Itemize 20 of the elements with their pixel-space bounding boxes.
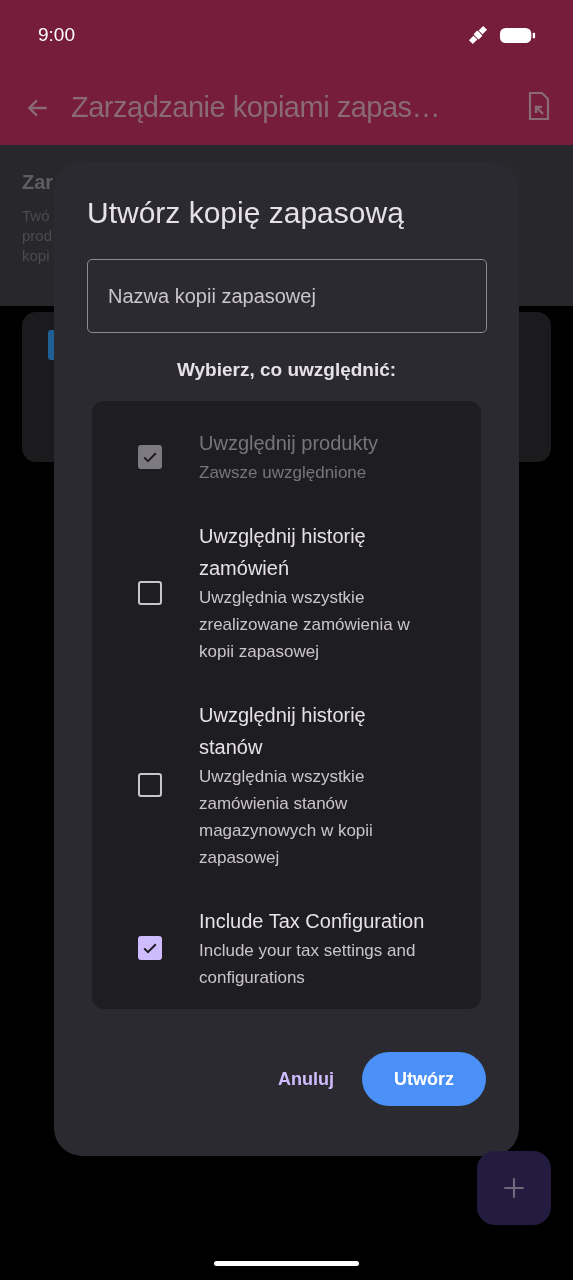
option-description: Uwzględnia wszystkie zamówienia stanów magazynowych w kopii zapasowej (199, 766, 374, 869)
satellite-icon (467, 24, 489, 46)
dialog-title: Utwórz kopię zapasową (87, 196, 405, 231)
option-description: Include your tax settings and configurations (199, 940, 417, 989)
clock-time: 9:00 (38, 24, 75, 46)
option-title: Include Tax Configuration (199, 909, 425, 934)
plus-icon (501, 1175, 527, 1201)
checkbox[interactable] (138, 580, 162, 605)
battery-icon (499, 25, 537, 45)
checkbox[interactable] (138, 936, 162, 960)
option-title: Uwzględnij historię zamówień (199, 524, 367, 581)
option-title: Uwzględnij historię stanów (199, 703, 367, 760)
section-label: Wybierz, co uwzględnić: (175, 359, 398, 381)
app-bar-title: Zarządzanie kopiami zapas… (71, 91, 441, 124)
cancel-button[interactable]: Anuluj (276, 1058, 336, 1100)
name-field[interactable]: Nazwa kopii zapasowej (87, 259, 487, 333)
option-title: Uwzględnij produkty (199, 431, 379, 456)
option-description: Uwzględnia wszystkie zrealizowane zamówienia w kopii zapasowej (199, 587, 411, 663)
option-description: Zawsze uwzględnione (199, 462, 368, 484)
checkbox[interactable] (138, 773, 162, 797)
